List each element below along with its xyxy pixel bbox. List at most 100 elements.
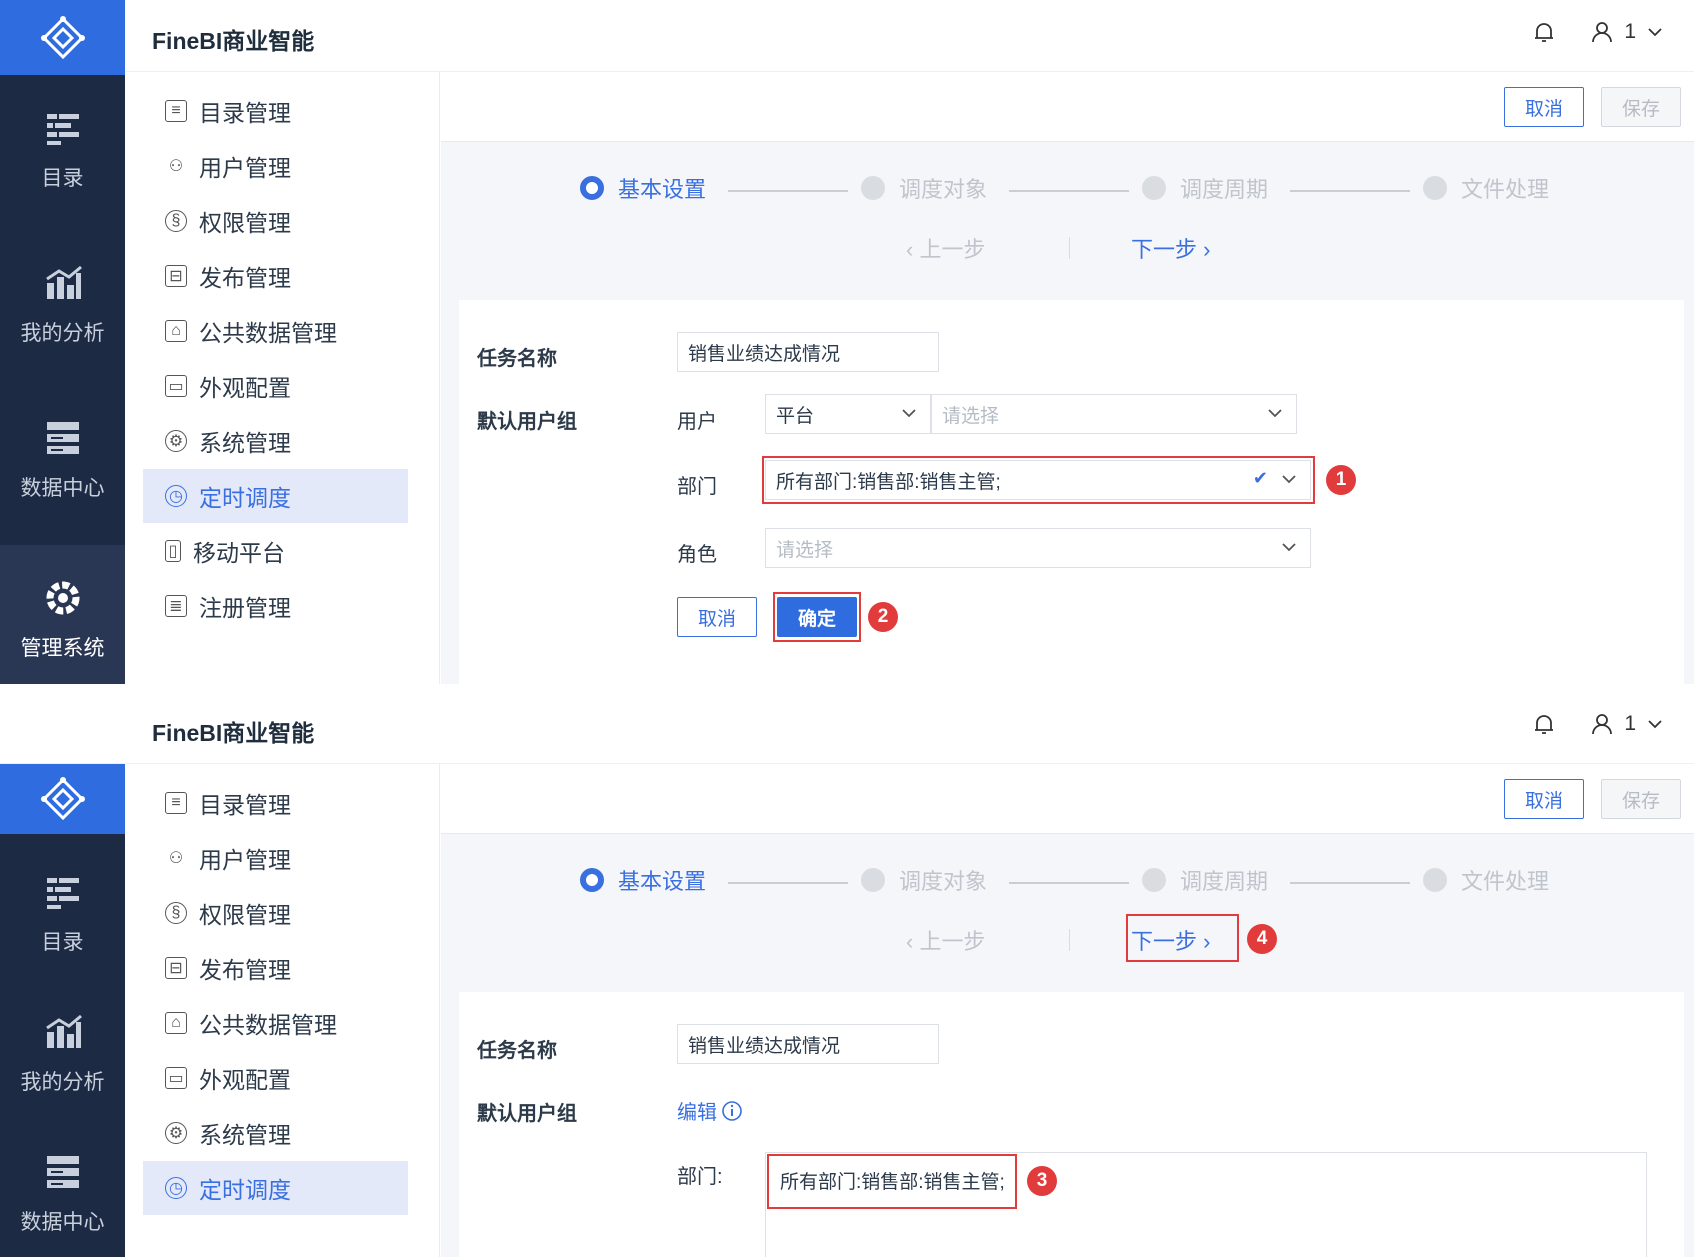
menu-item-label: 权限管理 bbox=[199, 902, 291, 928]
step-label: 调度对象 bbox=[899, 177, 988, 202]
public-data-icon: ⌂ bbox=[165, 320, 187, 342]
top-bar: FineBI商业智能 1 bbox=[125, 0, 1694, 72]
chevron-down-icon bbox=[1268, 409, 1282, 418]
gear-icon: ⚙ bbox=[165, 1122, 187, 1144]
publish-icon: ⊟ bbox=[165, 265, 187, 287]
step-object[interactable]: 调度对象 bbox=[861, 864, 987, 896]
register-icon: ≣ bbox=[165, 595, 187, 617]
data-center-icon bbox=[46, 1156, 79, 1188]
step-connector bbox=[1009, 882, 1129, 884]
dialog-cancel-button[interactable]: 取消 bbox=[677, 597, 757, 637]
app-title: FineBI商业智能 bbox=[152, 28, 315, 54]
menu-item-label: 用户管理 bbox=[199, 847, 291, 873]
next-step-button[interactable]: 下一步 › bbox=[1131, 232, 1210, 264]
user-icon: ⚇ bbox=[168, 850, 184, 867]
menu-item-appearance[interactable]: ▭ 外观配置 bbox=[143, 359, 408, 413]
step-dot bbox=[861, 868, 885, 892]
dept-label: 部门: bbox=[677, 1166, 723, 1188]
finebi-logo-icon bbox=[40, 15, 85, 59]
chevron-down-icon bbox=[1648, 28, 1662, 37]
menu-item-permissions[interactable]: § 权限管理 bbox=[143, 194, 408, 248]
prev-step-label: 上一步 bbox=[919, 929, 986, 954]
bell-icon[interactable] bbox=[1532, 712, 1556, 736]
user-group-label: 默认用户组 bbox=[477, 1103, 577, 1125]
step-connector bbox=[1009, 190, 1129, 192]
menu-item-publish[interactable]: ⊟ 发布管理 bbox=[143, 249, 408, 303]
menu-item-public-data[interactable]: ⌂ 公共数据管理 bbox=[143, 996, 408, 1050]
task-name-input[interactable]: 销售业绩达成情况 bbox=[677, 1024, 939, 1064]
step-label: 基本设置 bbox=[618, 177, 707, 202]
step-basic[interactable]: 基本设置 bbox=[580, 172, 706, 204]
highlight-box-1 bbox=[762, 456, 1315, 504]
menu-item-schedule[interactable]: ◷ 定时调度 bbox=[143, 469, 408, 523]
nav-item-analysis[interactable]: 我的分析 bbox=[0, 230, 125, 380]
top-bar: FineBI商业智能 1 bbox=[0, 692, 1694, 764]
user-select[interactable]: 请选择 bbox=[931, 394, 1297, 434]
menu-item-system[interactable]: ⚙ 系统管理 bbox=[143, 414, 408, 468]
highlight-box-3 bbox=[767, 1154, 1017, 1209]
menu-item-label: 定时调度 bbox=[199, 485, 291, 511]
save-button[interactable]: 保存 bbox=[1601, 779, 1681, 819]
nav-item-analysis[interactable]: 我的分析 bbox=[0, 989, 125, 1119]
menu-item-label: 系统管理 bbox=[199, 430, 291, 456]
chevron-down-icon bbox=[1648, 720, 1662, 729]
user-menu[interactable]: 1 bbox=[1590, 712, 1664, 736]
step-file[interactable]: 文件处理 bbox=[1423, 864, 1549, 896]
menu-item-label: 用户管理 bbox=[199, 155, 291, 181]
cancel-button[interactable]: 取消 bbox=[1504, 87, 1584, 127]
menu-item-catalog[interactable]: ≡ 目录管理 bbox=[143, 776, 408, 830]
user-label: 用户 bbox=[677, 411, 717, 433]
task-name-input[interactable]: 销售业绩达成情况 bbox=[677, 332, 939, 372]
step-object[interactable]: 调度对象 bbox=[861, 172, 987, 204]
menu-item-label: 公共数据管理 bbox=[199, 1012, 337, 1038]
user-icon: ⚇ bbox=[168, 158, 184, 175]
menu-item-users[interactable]: ⚇ 用户管理 bbox=[143, 139, 408, 193]
role-select[interactable]: 请选择 bbox=[765, 528, 1311, 568]
prev-step-button[interactable]: ‹ 上一步 bbox=[906, 232, 985, 264]
form-card: 任务名称 销售业绩达成情况 默认用户组 编辑 部门: 所有部门:销售部:销售主管… bbox=[459, 992, 1684, 1257]
save-button[interactable]: 保存 bbox=[1601, 87, 1681, 127]
next-step-label: 下一步 bbox=[1131, 237, 1198, 262]
menu-item-permissions[interactable]: § 权限管理 bbox=[143, 886, 408, 940]
step-basic[interactable]: 基本设置 bbox=[580, 864, 706, 896]
menu-item-register[interactable]: ≣ 注册管理 bbox=[143, 579, 408, 633]
menu-item-system[interactable]: ⚙ 系统管理 bbox=[143, 1106, 408, 1160]
cancel-button[interactable]: 取消 bbox=[1504, 779, 1584, 819]
menu-item-appearance[interactable]: ▭ 外观配置 bbox=[143, 1051, 408, 1105]
user-type-select[interactable]: 平台 bbox=[765, 394, 931, 434]
nav-item-data-center[interactable]: 数据中心 bbox=[0, 385, 125, 535]
dept-label: 部门 bbox=[677, 476, 717, 498]
user-menu[interactable]: 1 bbox=[1590, 20, 1664, 44]
clock-icon: ◷ bbox=[165, 1177, 187, 1199]
screenshot-panel-1: 目录 我的分析 数据中心 管理系统 FineBI商业智能 1 ≡ 目录管理 ⚇ 用户… bbox=[0, 0, 1694, 684]
step-label: 调度对象 bbox=[899, 869, 988, 894]
menu-item-catalog[interactable]: ≡ 目录管理 bbox=[143, 84, 408, 138]
step-file[interactable]: 文件处理 bbox=[1423, 172, 1549, 204]
nav-item-label: 数据中心 bbox=[20, 1211, 105, 1234]
catalog-icon bbox=[46, 878, 79, 909]
nav-item-data-center[interactable]: 数据中心 bbox=[0, 1129, 125, 1257]
step-cycle[interactable]: 调度周期 bbox=[1142, 172, 1268, 204]
user-name: 1 bbox=[1624, 20, 1636, 43]
content-area: 取消 保存 基本设置 调度对象 调度周期 文件处理 ‹ 上一步 下一步 › 任务… bbox=[441, 72, 1694, 684]
nav-item-catalog[interactable]: 目录 bbox=[0, 75, 125, 225]
data-center-icon bbox=[46, 422, 79, 454]
clock-icon: ◷ bbox=[165, 485, 187, 507]
bell-icon[interactable] bbox=[1532, 20, 1556, 44]
nav-item-catalog[interactable]: 目录 bbox=[0, 849, 125, 979]
prev-step-button[interactable]: ‹ 上一步 bbox=[906, 924, 985, 956]
publish-icon: ⊟ bbox=[165, 957, 187, 979]
menu-item-users[interactable]: ⚇ 用户管理 bbox=[143, 831, 408, 885]
edit-link[interactable]: 编辑 bbox=[677, 1096, 743, 1125]
step-dot bbox=[580, 176, 604, 200]
step-indicator: 基本设置 调度对象 调度周期 文件处理 bbox=[441, 172, 1694, 212]
menu-item-mobile[interactable]: ▯ 移动平台 bbox=[143, 524, 408, 578]
menu-item-schedule[interactable]: ◷ 定时调度 bbox=[143, 1161, 408, 1215]
menu-item-public-data[interactable]: ⌂ 公共数据管理 bbox=[143, 304, 408, 358]
logo[interactable] bbox=[0, 764, 125, 834]
menu-item-publish[interactable]: ⊟ 发布管理 bbox=[143, 941, 408, 995]
logo[interactable] bbox=[0, 0, 125, 75]
step-cycle[interactable]: 调度周期 bbox=[1142, 864, 1268, 896]
user-icon bbox=[1592, 22, 1613, 43]
nav-item-admin[interactable]: 管理系统 bbox=[0, 545, 125, 684]
